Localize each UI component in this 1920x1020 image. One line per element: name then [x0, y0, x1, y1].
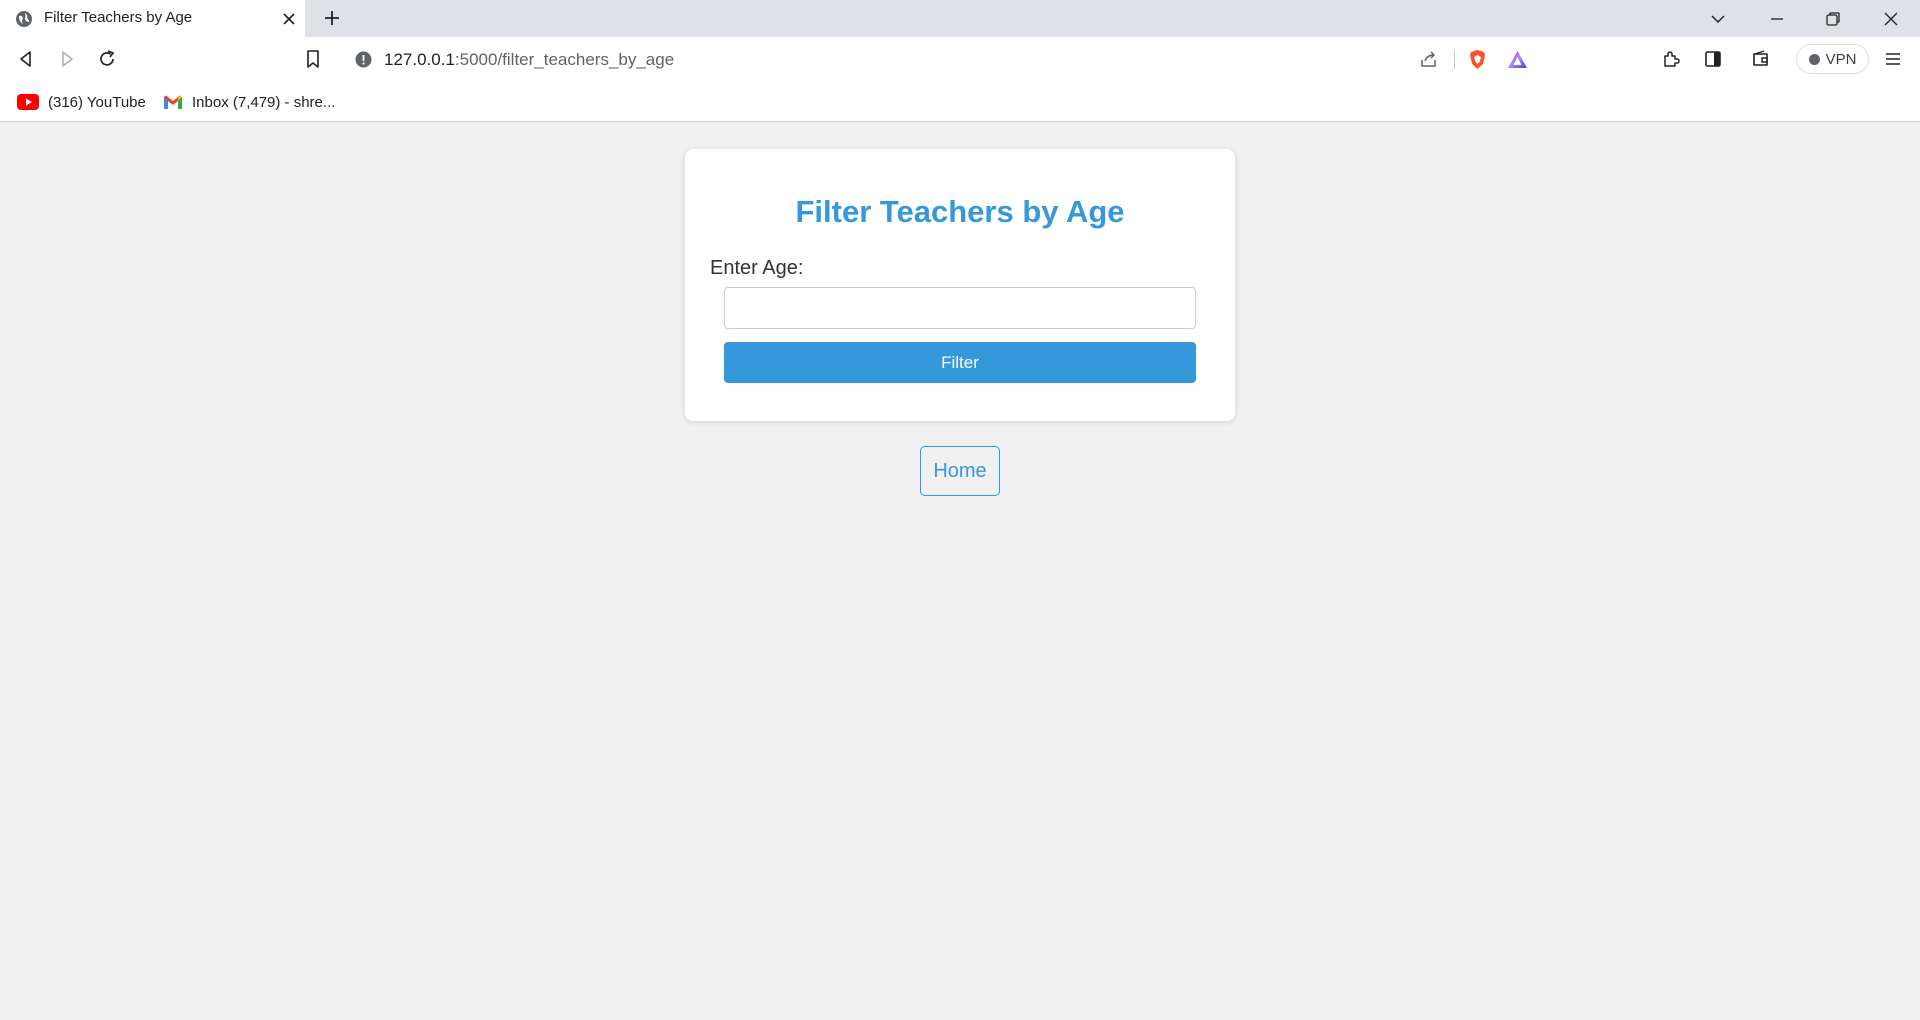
url-path: :5000/filter_teachers_by_age: [454, 50, 675, 69]
forward-icon[interactable]: [56, 48, 78, 70]
vpn-label: VPN: [1825, 50, 1857, 68]
age-input[interactable]: [724, 287, 1196, 329]
sidebar-icon[interactable]: [1702, 48, 1724, 70]
tab-strip: Filter Teachers by Age: [0, 0, 1920, 37]
share-icon[interactable]: [1418, 49, 1439, 70]
browser-toolbar: 127.0.0.1:5000/filter_teachers_by_age VP…: [0, 37, 1920, 82]
back-icon[interactable]: [15, 48, 37, 70]
tab-title: Filter Teachers by Age: [44, 9, 193, 26]
bookmark-label: Inbox (7,479) - shre...: [192, 93, 336, 111]
filter-button[interactable]: Filter: [724, 342, 1196, 383]
site-info-icon[interactable]: [355, 51, 372, 68]
tab-search-chevron-icon[interactable]: [1708, 9, 1728, 29]
url-text[interactable]: 127.0.0.1:5000/filter_teachers_by_age: [384, 50, 674, 70]
youtube-icon: [17, 94, 39, 110]
url-host: 127.0.0.1: [384, 50, 455, 69]
address-bar[interactable]: 127.0.0.1:5000/filter_teachers_by_age: [341, 42, 1544, 76]
age-label: Enter Age:: [710, 257, 804, 279]
filter-form-card: Filter Teachers by Age Enter Age: Filter: [685, 149, 1235, 421]
extensions-icon[interactable]: [1660, 48, 1682, 70]
bookmark-icon[interactable]: [302, 48, 324, 70]
new-tab-icon[interactable]: [322, 8, 342, 28]
bookmark-gmail[interactable]: Inbox (7,479) - shre...: [163, 91, 335, 113]
restore-icon[interactable]: [1823, 9, 1843, 29]
vpn-status-icon: [1808, 53, 1820, 65]
bookmark-youtube[interactable]: (316) YouTube: [17, 91, 146, 113]
bookmarks-bar: (316) YouTube Inbox (7,479) - shre...: [0, 82, 1920, 122]
minimize-icon[interactable]: [1767, 9, 1787, 29]
brave-shields-icon[interactable]: [1467, 49, 1488, 70]
page-title: Filter Teachers by Age: [795, 194, 1125, 229]
wallet-icon[interactable]: [1750, 48, 1772, 70]
home-button[interactable]: Home: [920, 446, 1000, 496]
close-tab-icon[interactable]: [280, 10, 298, 28]
globe-icon: [16, 11, 32, 27]
address-bar-divider: [1454, 50, 1455, 69]
browser-tab[interactable]: Filter Teachers by Age: [0, 0, 305, 37]
vpn-button[interactable]: VPN: [1796, 44, 1869, 74]
gmail-icon: [164, 95, 182, 109]
menu-icon[interactable]: [1882, 48, 1904, 70]
bookmark-label: (316) YouTube: [48, 93, 146, 111]
brave-rewards-icon[interactable]: [1507, 49, 1528, 70]
reload-icon[interactable]: [96, 48, 118, 70]
close-window-icon[interactable]: [1881, 9, 1901, 29]
